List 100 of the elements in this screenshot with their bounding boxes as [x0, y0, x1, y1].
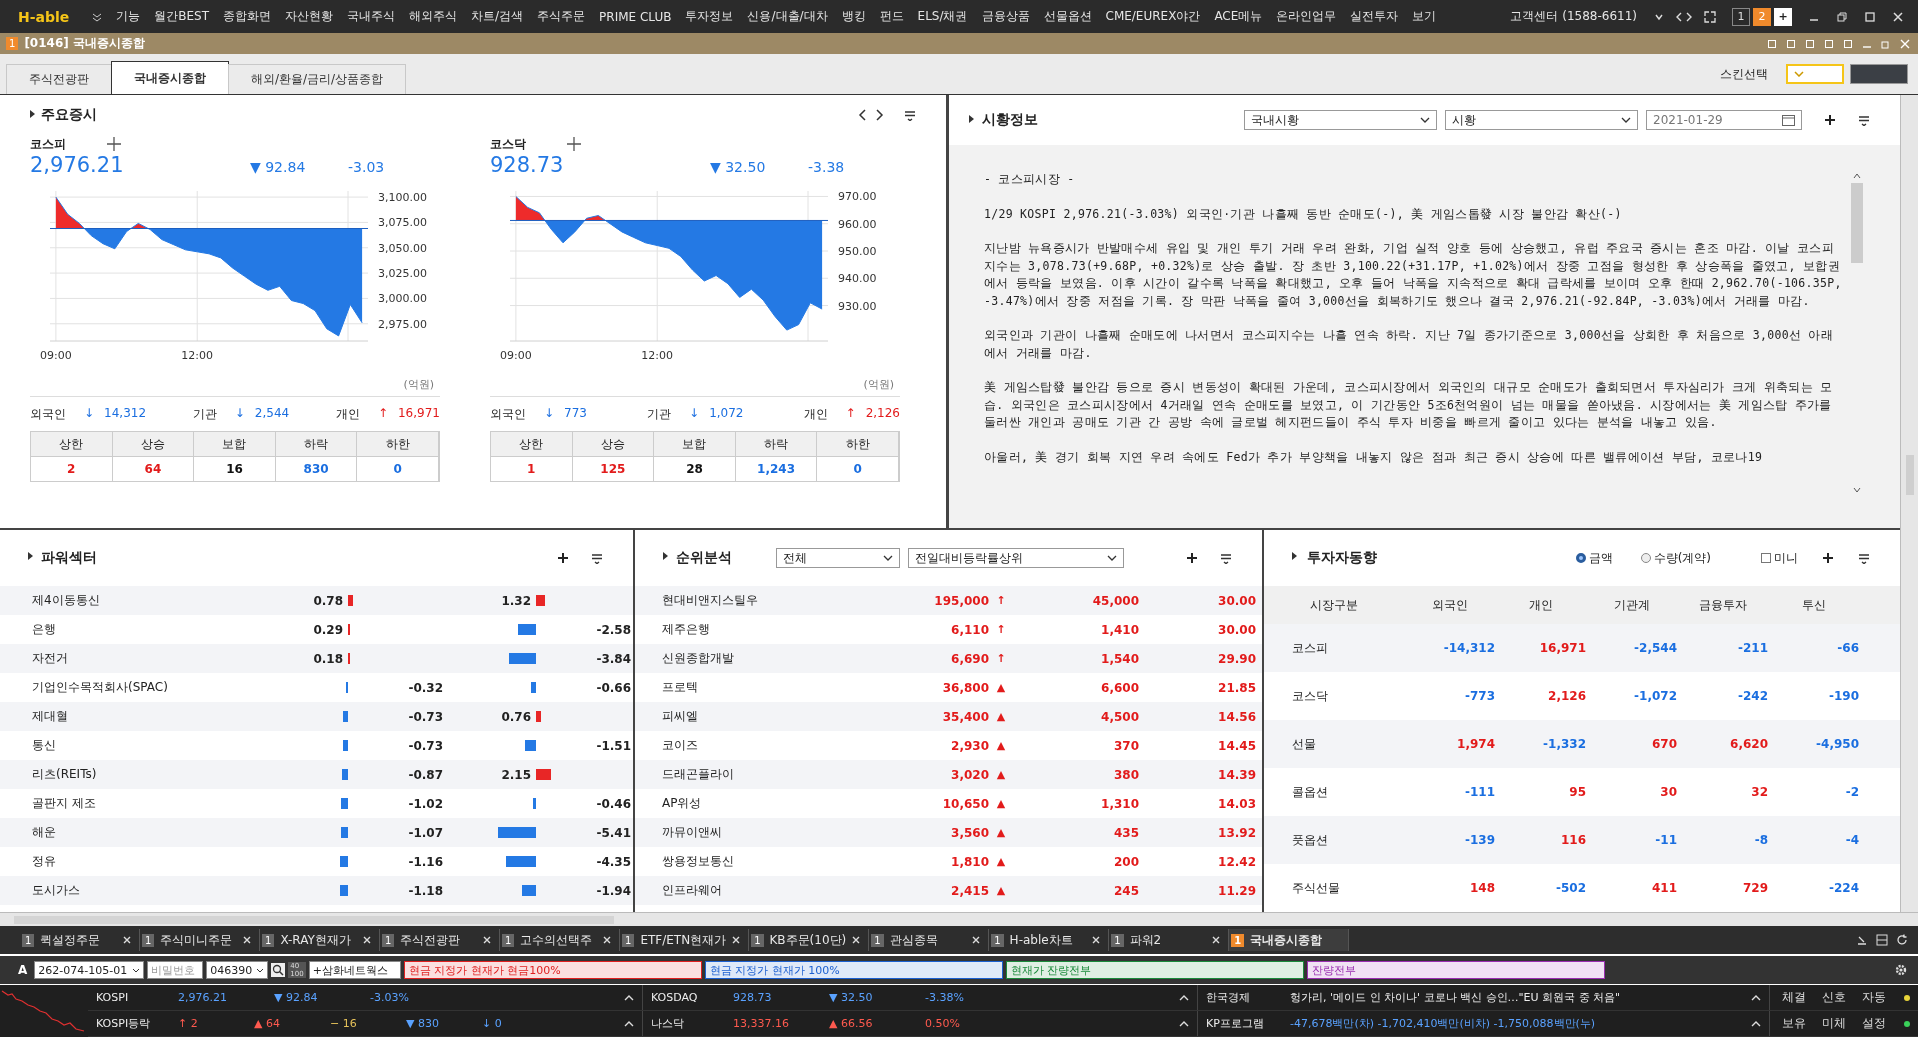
menu-item[interactable]: ELS/채권	[910, 8, 975, 25]
window-tab[interactable]: 1 주식미니주문	[140, 929, 260, 951]
menu-item[interactable]: 온라인업무	[1269, 8, 1344, 25]
menu-item[interactable]: 월간BEST	[147, 8, 217, 25]
stock-name[interactable]: 코이즈	[662, 737, 858, 754]
sector-name[interactable]: 자전거	[32, 650, 260, 667]
menu-item[interactable]: 투자정보	[678, 8, 741, 25]
skin-swatch[interactable]	[1850, 64, 1908, 84]
tab[interactable]: 주식전광판	[6, 64, 112, 94]
app-logo[interactable]: H-able	[18, 8, 70, 25]
horizontal-scrollbar[interactable]	[0, 912, 1918, 926]
menu-item[interactable]: PRIME CLUB	[592, 9, 679, 24]
toolbar-icon[interactable]	[1786, 38, 1796, 49]
menu-item[interactable]: 뱅킹	[834, 8, 873, 25]
radio-option[interactable]: 수량(계약)	[1640, 549, 1711, 567]
close-icon[interactable]	[123, 936, 131, 944]
stock-name[interactable]: AP위성	[662, 795, 858, 812]
scroll-up-icon[interactable]	[1853, 173, 1861, 179]
crosshair-icon[interactable]	[106, 136, 122, 152]
menu-item[interactable]: 금융상품	[974, 8, 1037, 25]
expand-icon[interactable]	[1704, 10, 1716, 23]
ticker-button[interactable]: 미체	[1818, 1015, 1850, 1032]
calendar-icon[interactable]	[1782, 114, 1795, 126]
tab[interactable]: 국내증시종합	[111, 61, 229, 94]
order-preset-button[interactable]: 현금 지정가 현재가 현금100%	[403, 961, 702, 979]
ticker-button[interactable]: 신호	[1818, 989, 1850, 1006]
scrollbar[interactable]	[1900, 95, 1918, 912]
dropdown[interactable]: 시황	[1445, 110, 1638, 130]
menu-item[interactable]: ACE메뉴	[1207, 8, 1270, 25]
plus-icon[interactable]	[1824, 114, 1836, 126]
stock-name[interactable]: 현대비앤지스틸우	[662, 592, 858, 609]
sector-name[interactable]: 은행	[32, 621, 260, 638]
stock-name[interactable]: 피씨엘	[662, 708, 858, 725]
menu-item[interactable]: 선물옵션	[1036, 8, 1099, 25]
close-icon[interactable]	[603, 936, 611, 944]
caret-up-icon[interactable]	[1179, 1020, 1189, 1027]
toolbar-icon[interactable]	[1805, 38, 1815, 49]
plus-icon[interactable]	[1186, 552, 1198, 564]
menu-item[interactable]: CME/EUREX야간	[1098, 8, 1208, 25]
stock-name[interactable]: 프로텍	[662, 679, 858, 696]
close-icon[interactable]	[732, 936, 741, 944]
toolbar-icon[interactable]	[1767, 38, 1777, 49]
chevron-left-icon[interactable]	[858, 109, 868, 121]
stock-name[interactable]: 쌍용정보통신	[662, 853, 858, 870]
menu-icon[interactable]	[1858, 552, 1870, 564]
close-icon[interactable]	[363, 936, 371, 944]
window-tab[interactable]: 1 고수의선택주	[500, 929, 620, 951]
ticker-button[interactable]: 보유	[1778, 1015, 1810, 1032]
radio-option[interactable]: 금액	[1575, 549, 1613, 567]
caret-up-icon[interactable]	[1751, 994, 1761, 1001]
window-tab[interactable]: 1 KB주문(10단)	[749, 929, 870, 951]
sector-name[interactable]: 정유	[32, 853, 260, 870]
code-icon[interactable]	[1676, 10, 1692, 23]
account-field[interactable]: 262-074-105-01	[34, 961, 145, 979]
sector-name[interactable]: 골판지 제조	[32, 795, 260, 812]
minimize-all-icon[interactable]	[1856, 934, 1868, 946]
order-preset-button[interactable]: 현금 지정가 현재가 100%	[704, 961, 1003, 979]
order-preset-button[interactable]: 현재가 잔량전부	[1005, 961, 1304, 979]
window-tab[interactable]: 1 주식전광판	[380, 929, 500, 951]
caret-up-icon[interactable]	[624, 1020, 634, 1027]
stock-name[interactable]: 신원종합개발	[662, 650, 858, 667]
maximize-icon[interactable]	[1864, 10, 1876, 23]
menu-item[interactable]: 종합화면	[216, 8, 279, 25]
menu-item[interactable]: 해외주식	[402, 8, 465, 25]
page-button[interactable]: 1	[1732, 7, 1750, 26]
news-headline[interactable]: 헝가리, '메이드 인 차이나' 코로나 백신 승인…"EU 회원국 중 처음"	[1290, 990, 1621, 1005]
chevron-right-icon[interactable]	[874, 109, 884, 121]
sector-name[interactable]: 도시가스	[32, 882, 260, 899]
stock-name[interactable]: 까뮤이앤씨	[662, 824, 858, 841]
stock-name[interactable]: 인프라웨어	[662, 882, 858, 899]
toolbar-icon[interactable]	[1843, 38, 1853, 49]
customer-center-link[interactable]: 고객센터 (1588-6611)	[1503, 8, 1644, 25]
menu-item[interactable]: 신용/대출/대차	[740, 8, 835, 25]
close-icon[interactable]	[483, 936, 491, 944]
caret-up-icon[interactable]	[1179, 994, 1189, 1001]
dropdown[interactable]: 전일대비등락률상위	[908, 548, 1124, 568]
search-icon[interactable]	[271, 963, 286, 977]
menu-item[interactable]: 실전투자	[1343, 8, 1406, 25]
tile-icon[interactable]	[1876, 934, 1888, 946]
plus-icon[interactable]	[557, 552, 569, 564]
window-tab[interactable]: 1 H-able차트	[989, 929, 1110, 951]
close-icon[interactable]	[1092, 936, 1101, 944]
menu-icon[interactable]	[1220, 552, 1232, 564]
menu-item[interactable]: 펀드	[872, 8, 911, 25]
menu-item[interactable]: 차트/검색	[464, 8, 531, 25]
stock-name-field[interactable]: +삼화네트웍스	[308, 961, 401, 979]
close-icon[interactable]	[852, 936, 861, 944]
sector-name[interactable]: 통신	[32, 737, 260, 754]
password-field[interactable]: 비밀번호	[147, 961, 204, 979]
stock-code-field[interactable]: 046390	[206, 961, 269, 979]
crosshair-icon[interactable]	[566, 136, 582, 152]
menu-icon[interactable]	[904, 109, 916, 121]
menu-item[interactable]: 자산현황	[278, 8, 341, 25]
add-page-button[interactable]: +	[1774, 7, 1792, 26]
window-tab[interactable]: 1 국내증시종합	[1229, 929, 1350, 951]
order-preset-button[interactable]: 잔량전부	[1306, 961, 1605, 979]
sector-name[interactable]: 리츠(REITs)	[32, 766, 260, 783]
tab[interactable]: 해외/환율/금리/상품종합	[228, 64, 407, 94]
caret-up-icon[interactable]	[624, 994, 634, 1001]
caret-up-icon[interactable]	[1751, 1020, 1761, 1027]
